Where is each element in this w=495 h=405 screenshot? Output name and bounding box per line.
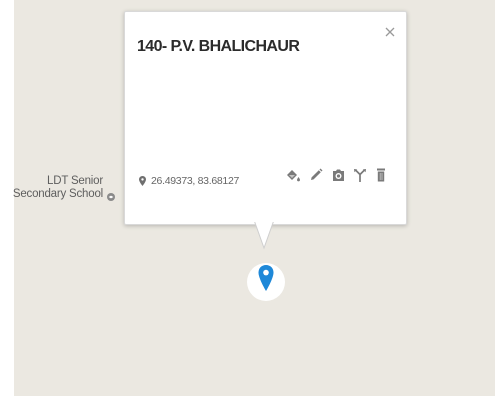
directions-icon[interactable]: [350, 165, 370, 185]
edit-pencil-icon[interactable]: [306, 165, 326, 185]
coordinates: 26.49373, 83.68127: [139, 174, 239, 188]
delete-trash-icon[interactable]: [371, 165, 391, 185]
popup-title: 140- P.V. BHALICHAUR: [137, 38, 300, 55]
poi-label: LDT Senior Secondary School: [12, 175, 103, 200]
map-marker-icon[interactable]: [247, 249, 285, 305]
poi-ldt-senior-secondary-school[interactable]: LDT Senior Secondary School: [8, 175, 116, 215]
style-paint-icon[interactable]: [283, 165, 303, 185]
coordinates-text: 26.49373, 83.68127: [151, 175, 240, 187]
location-pin-icon: [139, 176, 146, 186]
camera-icon[interactable]: [328, 165, 348, 185]
popup-tail: [253, 220, 275, 250]
close-icon[interactable]: [383, 25, 397, 39]
school-pin-icon: [107, 193, 115, 201]
info-popup: 140- P.V. BHALICHAUR 26.49373, 83.68127: [124, 11, 407, 225]
